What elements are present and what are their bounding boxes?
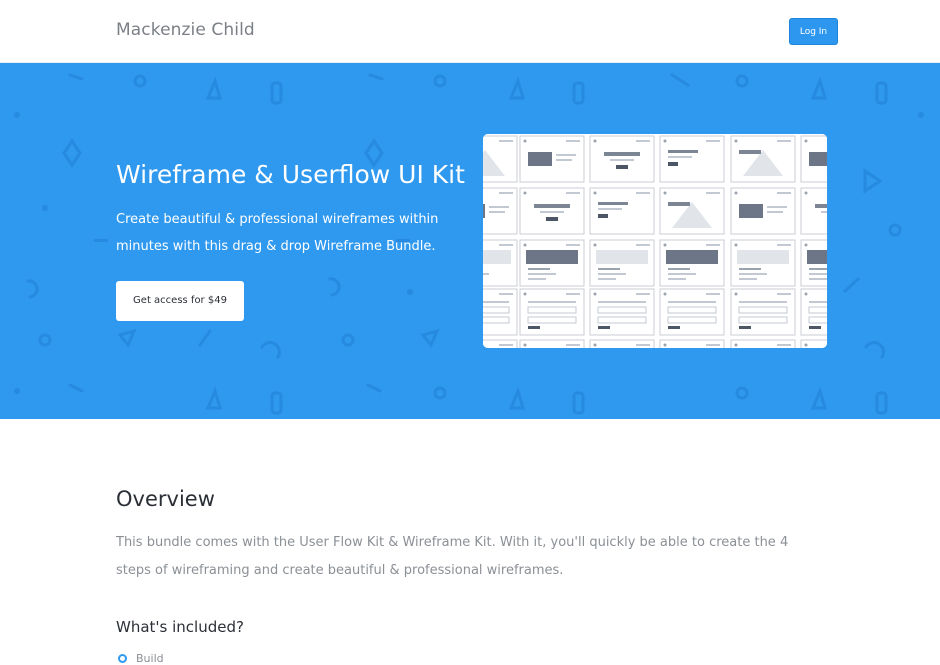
wireframe-preview-image xyxy=(483,134,827,348)
hero-title: Wireframe & Userflow UI Kit xyxy=(116,160,465,189)
login-button[interactable]: Log In xyxy=(789,18,838,45)
hero-subtitle: Create beautiful & professional wirefram… xyxy=(116,212,439,254)
overview-heading: Overview xyxy=(116,487,215,511)
included-heading: What's included? xyxy=(116,618,244,636)
included-item: Build xyxy=(136,652,164,665)
hero-section: Wireframe & Userflow UI Kit Create beaut… xyxy=(0,63,940,419)
get-access-button[interactable]: Get access for $49 xyxy=(116,281,244,321)
brand-name[interactable]: Mackenzie Child xyxy=(116,20,255,40)
site-header: Mackenzie Child Log In xyxy=(0,0,940,63)
wireframe-grid-illustration xyxy=(483,134,827,348)
overview-text: This bundle comes with the User Flow Kit… xyxy=(116,535,789,578)
list-bullet-icon xyxy=(118,654,127,663)
